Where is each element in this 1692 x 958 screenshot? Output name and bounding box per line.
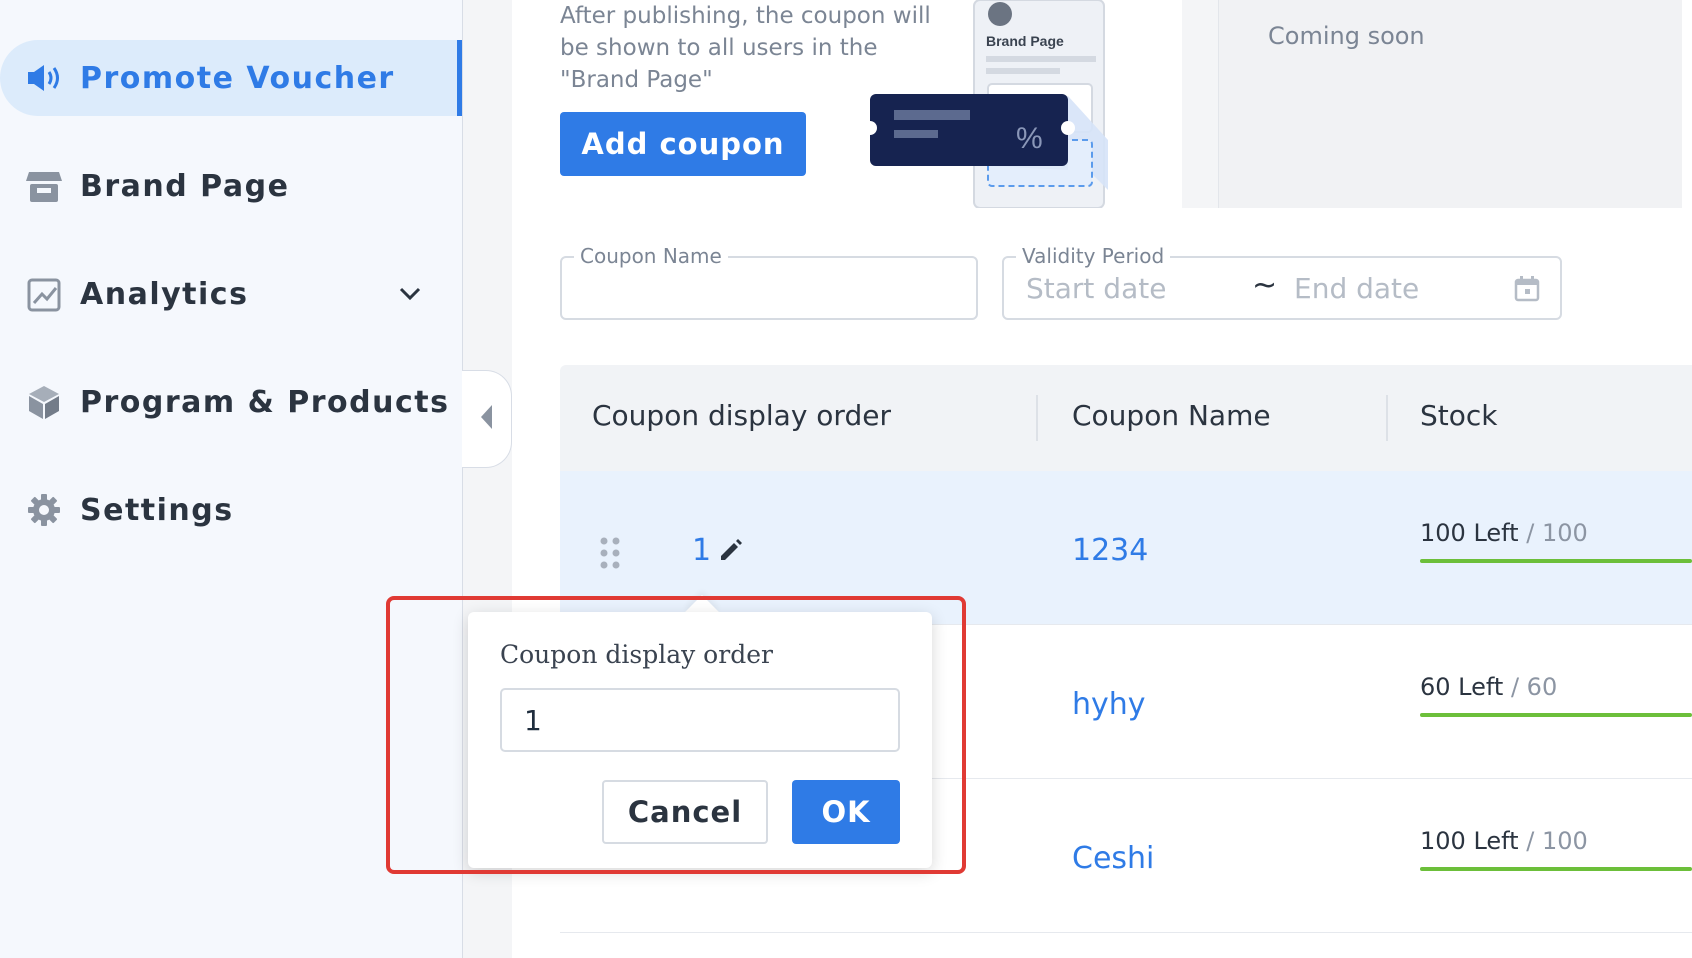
- ok-button[interactable]: OK: [792, 780, 900, 844]
- stock-count: 100 Left / 100: [1420, 519, 1588, 547]
- coupon-illustration: Brand Page %: [863, 0, 1138, 209]
- sidebar-item-label: Program & Products: [80, 384, 450, 420]
- chevron-down-icon[interactable]: [395, 279, 425, 309]
- display-order-popover: Coupon display order Cancel OK: [468, 612, 932, 868]
- sidebar-item-label: Brand Page: [80, 168, 290, 204]
- pencil-icon[interactable]: [718, 537, 744, 567]
- sidebar-item-label: Settings: [80, 492, 234, 528]
- coupon-name-link[interactable]: 1234: [1072, 533, 1148, 568]
- display-order-input[interactable]: [500, 688, 900, 752]
- megaphone-icon: [25, 59, 63, 97]
- validity-period-field[interactable]: Validity Period Start date ~ End date: [1002, 244, 1562, 320]
- sidebar-collapse-button[interactable]: [462, 370, 512, 468]
- sidebar-item-settings[interactable]: Settings: [0, 472, 462, 548]
- stock-count: 60 Left / 60: [1420, 673, 1558, 701]
- stock-progress-bar: [1420, 867, 1692, 871]
- sidebar-item-label: Promote Voucher: [80, 60, 395, 96]
- coming-soon-label: Coming soon: [1268, 22, 1425, 50]
- sidebar-item-program-products[interactable]: Program & Products: [0, 364, 462, 440]
- sidebar-item-brand-page[interactable]: Brand Page: [0, 148, 462, 224]
- column-header-display-order: Coupon display order: [592, 399, 891, 432]
- popover-title: Coupon display order: [500, 640, 773, 669]
- coupon-name-label: Coupon Name: [574, 244, 728, 268]
- add-coupon-button[interactable]: Add coupon: [560, 112, 806, 176]
- calendar-icon[interactable]: [1514, 276, 1540, 306]
- start-date-input[interactable]: Start date: [1026, 272, 1166, 305]
- caret-left-icon: [480, 404, 494, 434]
- column-header-stock: Stock: [1420, 399, 1498, 432]
- coupon-name-link[interactable]: Ceshi: [1072, 841, 1154, 876]
- table-header: Coupon display order Coupon Name Stock: [560, 365, 1692, 471]
- coupon-name-link[interactable]: hyhy: [1072, 687, 1146, 722]
- display-order-value: 1: [692, 533, 712, 568]
- coupon-name-field[interactable]: Coupon Name: [560, 244, 978, 320]
- chart-icon: [25, 275, 63, 313]
- stock-count: 100 Left / 100: [1420, 827, 1588, 855]
- stock-progress-bar: [1420, 559, 1692, 563]
- sidebar-item-analytics[interactable]: Analytics: [0, 256, 462, 332]
- end-date-input[interactable]: End date: [1294, 272, 1419, 305]
- date-range-separator: ~: [1252, 268, 1278, 303]
- column-header-coupon-name: Coupon Name: [1072, 399, 1271, 432]
- illustration-percent-symbol: %: [1016, 122, 1043, 155]
- sidebar-item-promote-voucher[interactable]: Promote Voucher: [0, 40, 462, 116]
- validity-period-label: Validity Period: [1016, 244, 1171, 268]
- store-icon: [25, 167, 63, 205]
- gear-icon: [25, 491, 63, 529]
- drag-handle-icon[interactable]: [600, 537, 620, 573]
- table-row: 1 1234 100 Left / 100: [560, 471, 1692, 625]
- sidebar-item-label: Analytics: [80, 276, 249, 312]
- stock-progress-bar: [1420, 713, 1692, 717]
- cancel-button[interactable]: Cancel: [602, 780, 768, 844]
- box-icon: [25, 383, 63, 421]
- sidebar: Promote Voucher Brand Page Analytics Pro…: [0, 0, 463, 958]
- illustration-brand-page-label: Brand Page: [986, 33, 1064, 49]
